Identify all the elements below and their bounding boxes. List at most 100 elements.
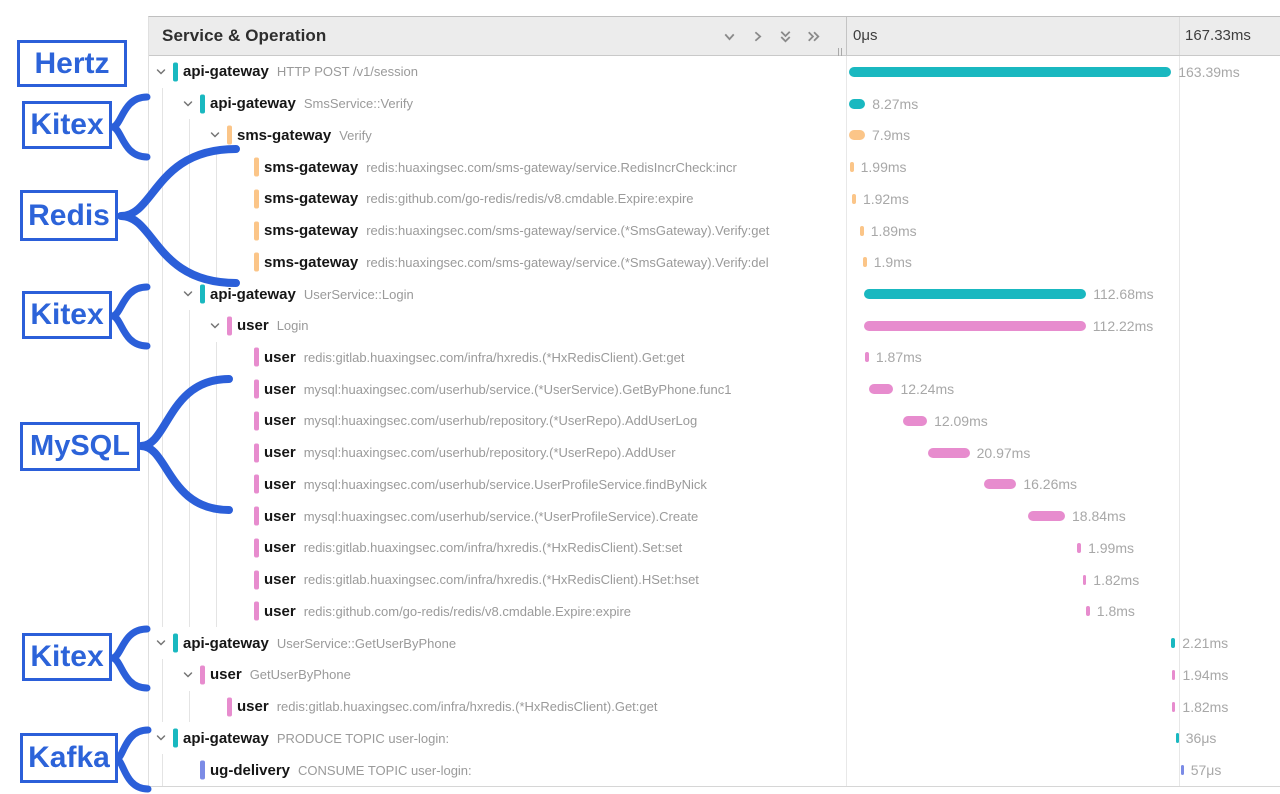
span-name-cell[interactable]: user redis:gitlab.huaxingsec.com/infra/h… — [149, 532, 847, 564]
span-name-cell[interactable]: api-gateway UserService::Login — [149, 278, 847, 310]
span-duration-bar[interactable] — [1083, 575, 1087, 585]
span-name-cell[interactable]: user mysql:huaxingsec.com/userhub/reposi… — [149, 437, 847, 469]
span-row[interactable]: ug-delivery CONSUME TOPIC user-login: 57… — [149, 754, 1280, 786]
duration-label: 20.97ms — [977, 445, 1031, 461]
span-name-cell[interactable]: sms-gateway redis:huaxingsec.com/sms-gat… — [149, 215, 847, 247]
span-row[interactable]: sms-gateway Verify 7.9ms — [149, 119, 1280, 151]
span-row[interactable]: api-gateway UserService::GetUserByPhone … — [149, 627, 1280, 659]
span-name-cell[interactable]: user redis:gitlab.huaxingsec.com/infra/h… — [149, 564, 847, 596]
operation-name-label: redis:gitlab.huaxingsec.com/infra/hxredi… — [304, 540, 683, 555]
row-chevron-icon[interactable] — [155, 637, 167, 649]
collapse-one-icon[interactable] — [721, 28, 738, 45]
span-duration-bar[interactable] — [1172, 702, 1176, 712]
span-row[interactable]: user GetUserByPhone 1.94ms — [149, 659, 1280, 691]
span-row[interactable]: user mysql:huaxingsec.com/userhub/servic… — [149, 500, 1280, 532]
duration-label: 8.27ms — [872, 96, 918, 112]
span-timeline-cell: 16.26ms — [847, 469, 1280, 501]
span-duration-bar[interactable] — [1172, 670, 1176, 680]
span-row[interactable]: user mysql:huaxingsec.com/userhub/servic… — [149, 373, 1280, 405]
indent-guide — [216, 564, 217, 596]
span-duration-bar[interactable] — [1086, 606, 1090, 616]
span-row[interactable]: user redis:github.com/go-redis/redis/v8.… — [149, 595, 1280, 627]
span-row[interactable]: user mysql:huaxingsec.com/userhub/reposi… — [149, 405, 1280, 437]
span-name-cell[interactable]: api-gateway PRODUCE TOPIC user-login: — [149, 722, 847, 754]
service-name-label: api-gateway — [210, 95, 296, 112]
span-name-cell[interactable]: sms-gateway Verify — [149, 119, 847, 151]
span-row[interactable]: sms-gateway redis:huaxingsec.com/sms-gat… — [149, 246, 1280, 278]
span-row[interactable]: sms-gateway redis:huaxingsec.com/sms-gat… — [149, 215, 1280, 247]
span-duration-bar[interactable] — [865, 352, 869, 362]
span-name-cell[interactable]: user mysql:huaxingsec.com/userhub/servic… — [149, 500, 847, 532]
span-row[interactable]: api-gateway HTTP POST /v1/session 163.39… — [149, 56, 1280, 88]
span-name-cell[interactable]: api-gateway SmsService::Verify — [149, 88, 847, 120]
span-duration-bar[interactable] — [860, 226, 864, 236]
span-row[interactable]: user mysql:huaxingsec.com/userhub/reposi… — [149, 437, 1280, 469]
span-name-cell[interactable]: user mysql:huaxingsec.com/userhub/servic… — [149, 373, 847, 405]
duration-label: 1.94ms — [1182, 667, 1228, 683]
span-duration-bar[interactable] — [1181, 765, 1184, 775]
operation-name-label: mysql:huaxingsec.com/userhub/repository.… — [304, 445, 676, 460]
indent-guide — [189, 342, 190, 374]
span-name-cell[interactable]: sms-gateway redis:huaxingsec.com/sms-gat… — [149, 151, 847, 183]
span-duration-bar[interactable] — [903, 416, 927, 426]
span-row[interactable]: api-gateway UserService::Login 112.68ms — [149, 278, 1280, 310]
span-duration-bar[interactable] — [864, 289, 1086, 299]
span-row[interactable]: user redis:gitlab.huaxingsec.com/infra/h… — [149, 564, 1280, 596]
span-row[interactable]: user redis:gitlab.huaxingsec.com/infra/h… — [149, 691, 1280, 723]
span-row[interactable]: sms-gateway redis:huaxingsec.com/sms-gat… — [149, 151, 1280, 183]
span-duration-bar[interactable] — [928, 448, 969, 458]
span-duration-bar[interactable] — [864, 321, 1085, 331]
expand-one-icon[interactable] — [749, 28, 766, 45]
timeline-end-tick-label: 167.33ms — [1185, 27, 1251, 44]
collapse-all-icon[interactable] — [777, 28, 794, 45]
span-name-cell[interactable]: user mysql:huaxingsec.com/userhub/servic… — [149, 469, 847, 501]
row-chevron-icon[interactable] — [209, 320, 221, 332]
indent-guide — [216, 469, 217, 501]
span-duration-bar[interactable] — [849, 99, 865, 109]
row-chevron-icon[interactable] — [209, 129, 221, 141]
operation-name-label: mysql:huaxingsec.com/userhub/service.(*U… — [304, 382, 732, 397]
span-name-cell[interactable]: sms-gateway redis:github.com/go-redis/re… — [149, 183, 847, 215]
span-name-cell[interactable]: user redis:github.com/go-redis/redis/v8.… — [149, 595, 847, 627]
span-timeline-cell: 8.27ms — [847, 88, 1280, 120]
span-duration-bar[interactable] — [849, 130, 865, 140]
span-row[interactable]: user Login 112.22ms — [149, 310, 1280, 342]
service-operation-header: Service & Operation — [149, 17, 847, 55]
span-duration-bar[interactable] — [1176, 733, 1179, 743]
span-row[interactable]: api-gateway SmsService::Verify 8.27ms — [149, 88, 1280, 120]
span-name-cell[interactable]: user redis:gitlab.huaxingsec.com/infra/h… — [149, 342, 847, 374]
span-name-cell[interactable]: sms-gateway redis:huaxingsec.com/sms-gat… — [149, 246, 847, 278]
expand-all-icon[interactable] — [805, 28, 822, 45]
span-row[interactable]: user mysql:huaxingsec.com/userhub/servic… — [149, 469, 1280, 501]
span-row[interactable]: sms-gateway redis:github.com/go-redis/re… — [149, 183, 1280, 215]
span-duration-bar[interactable] — [1028, 511, 1065, 521]
span-duration-bar[interactable] — [984, 479, 1016, 489]
span-row[interactable]: user redis:gitlab.huaxingsec.com/infra/h… — [149, 532, 1280, 564]
span-duration-bar[interactable] — [850, 162, 854, 172]
annotation-label-hertz: Hertz — [17, 40, 127, 87]
span-name-cell[interactable]: api-gateway HTTP POST /v1/session — [149, 56, 847, 88]
span-name-cell[interactable]: api-gateway UserService::GetUserByPhone — [149, 627, 847, 659]
indent-guide — [162, 659, 163, 691]
row-chevron-icon[interactable] — [182, 669, 194, 681]
span-duration-bar[interactable] — [869, 384, 893, 394]
span-duration-bar[interactable] — [1077, 543, 1081, 553]
span-color-indicator — [227, 126, 232, 145]
span-name-cell[interactable]: user mysql:huaxingsec.com/userhub/reposi… — [149, 405, 847, 437]
span-duration-bar[interactable] — [863, 257, 867, 267]
row-chevron-icon[interactable] — [182, 288, 194, 300]
span-name-cell[interactable]: user GetUserByPhone — [149, 659, 847, 691]
span-duration-bar[interactable] — [1171, 638, 1175, 648]
span-name-cell[interactable]: user redis:gitlab.huaxingsec.com/infra/h… — [149, 691, 847, 723]
span-name-cell[interactable]: user Login — [149, 310, 847, 342]
span-color-indicator — [254, 570, 259, 589]
column-resize-grip[interactable] — [838, 48, 842, 56]
span-duration-bar[interactable] — [849, 67, 1171, 77]
span-row[interactable]: api-gateway PRODUCE TOPIC user-login: 36… — [149, 722, 1280, 754]
row-chevron-icon[interactable] — [155, 732, 167, 744]
span-name-cell[interactable]: ug-delivery CONSUME TOPIC user-login: — [149, 754, 847, 786]
span-row[interactable]: user redis:gitlab.huaxingsec.com/infra/h… — [149, 342, 1280, 374]
span-duration-bar[interactable] — [852, 194, 856, 204]
row-chevron-icon[interactable] — [182, 98, 194, 110]
row-chevron-icon[interactable] — [155, 66, 167, 78]
